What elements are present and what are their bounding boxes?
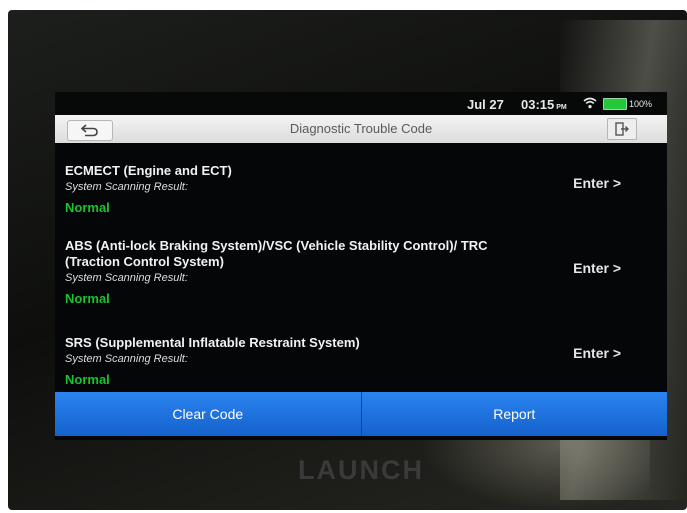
system-title: ABS (Anti-lock Braking System)/VSC (Vehi… xyxy=(65,238,488,269)
clear-code-button[interactable]: Clear Code xyxy=(55,392,361,436)
bottom-action-bar: Clear Code Report xyxy=(55,392,667,436)
system-title: SRS (Supplemental Inflatable Restraint S… xyxy=(65,335,360,350)
system-status: Normal xyxy=(65,291,110,306)
system-item-abs: ABS (Anti-lock Braking System)/VSC (Vehi… xyxy=(65,238,661,307)
system-scan-label: System Scanning Result: xyxy=(65,181,188,193)
wifi-icon xyxy=(583,97,597,109)
system-scan-label: System Scanning Result: xyxy=(65,272,188,284)
exit-button[interactable] xyxy=(607,118,637,140)
exit-icon xyxy=(615,122,629,136)
system-item-srs: SRS (Supplemental Inflatable Restraint S… xyxy=(65,335,661,388)
report-button[interactable]: Report xyxy=(360,392,667,436)
enter-button-srs[interactable]: Enter > xyxy=(573,345,621,361)
battery-percent: 100% xyxy=(629,99,653,109)
status-ampm: PM xyxy=(556,104,567,111)
system-scan-label: System Scanning Result: xyxy=(65,353,188,365)
page-title: Diagnostic Trouble Code xyxy=(289,121,433,136)
status-date: Jul 27 xyxy=(467,97,504,112)
system-status: Normal xyxy=(65,200,110,215)
system-title: ECMECT (Engine and ECT) xyxy=(65,163,232,178)
status-time: 03:15 PM xyxy=(521,97,567,112)
battery-icon xyxy=(603,98,627,110)
back-arrow-icon xyxy=(81,124,98,137)
system-status: Normal xyxy=(65,372,110,387)
back-button[interactable] xyxy=(67,120,113,141)
status-bar: Jul 27 03:15 PM 100% xyxy=(55,92,667,115)
brand-logo: LAUNCH xyxy=(298,455,424,485)
device-screen: Jul 27 03:15 PM 100% Diagnostic Trouble C… xyxy=(55,92,667,440)
enter-button-ecm[interactable]: Enter > xyxy=(573,175,621,191)
status-time-value: 03:15 xyxy=(521,97,555,112)
title-bar: Diagnostic Trouble Code xyxy=(55,115,667,143)
system-item-ecm: ECMECT (Engine and ECT) System Scanning … xyxy=(65,163,661,216)
enter-button-abs[interactable]: Enter > xyxy=(573,260,621,276)
